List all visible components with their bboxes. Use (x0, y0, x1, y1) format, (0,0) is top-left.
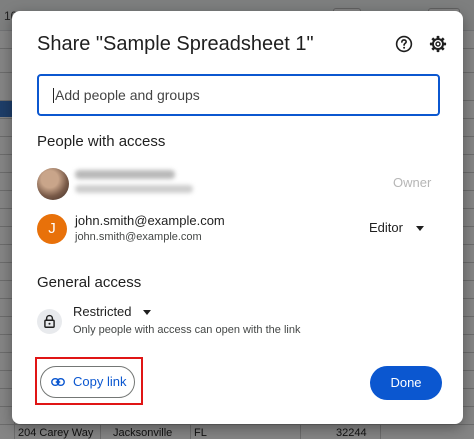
done-button[interactable]: Done (370, 366, 442, 400)
text-caret (53, 87, 54, 103)
add-people-placeholder: Add people and groups (55, 87, 200, 103)
general-access-value: Restricted (73, 304, 132, 319)
general-access-description: Only people with access can open with th… (73, 324, 301, 336)
help-icon[interactable] (395, 35, 413, 53)
copy-link-button[interactable]: Copy link (40, 366, 135, 398)
chevron-down-icon (143, 310, 151, 315)
add-people-input[interactable]: Add people and groups (37, 74, 440, 116)
people-heading: People with access (37, 133, 166, 150)
lock-icon (44, 314, 55, 329)
owner-avatar (37, 168, 69, 200)
owner-email-blurred (75, 185, 193, 193)
dialog-title: Share "Sample Spreadsheet 1" (37, 33, 314, 55)
user-avatar: J (37, 214, 67, 244)
link-icon (51, 377, 65, 387)
owner-name-blurred (75, 170, 175, 179)
share-dialog: Share "Sample Spreadsheet 1" Add people … (12, 11, 463, 424)
chevron-down-icon (416, 226, 424, 231)
owner-role: Owner (393, 175, 432, 190)
lock-icon-container (37, 309, 62, 334)
general-access-heading: General access (37, 274, 142, 291)
user-name: john.smith@example.com (75, 213, 225, 228)
role-label: Editor (369, 220, 403, 235)
gear-icon[interactable] (429, 35, 447, 53)
user-email: john.smith@example.com (75, 231, 202, 243)
copy-link-label: Copy link (73, 374, 127, 389)
